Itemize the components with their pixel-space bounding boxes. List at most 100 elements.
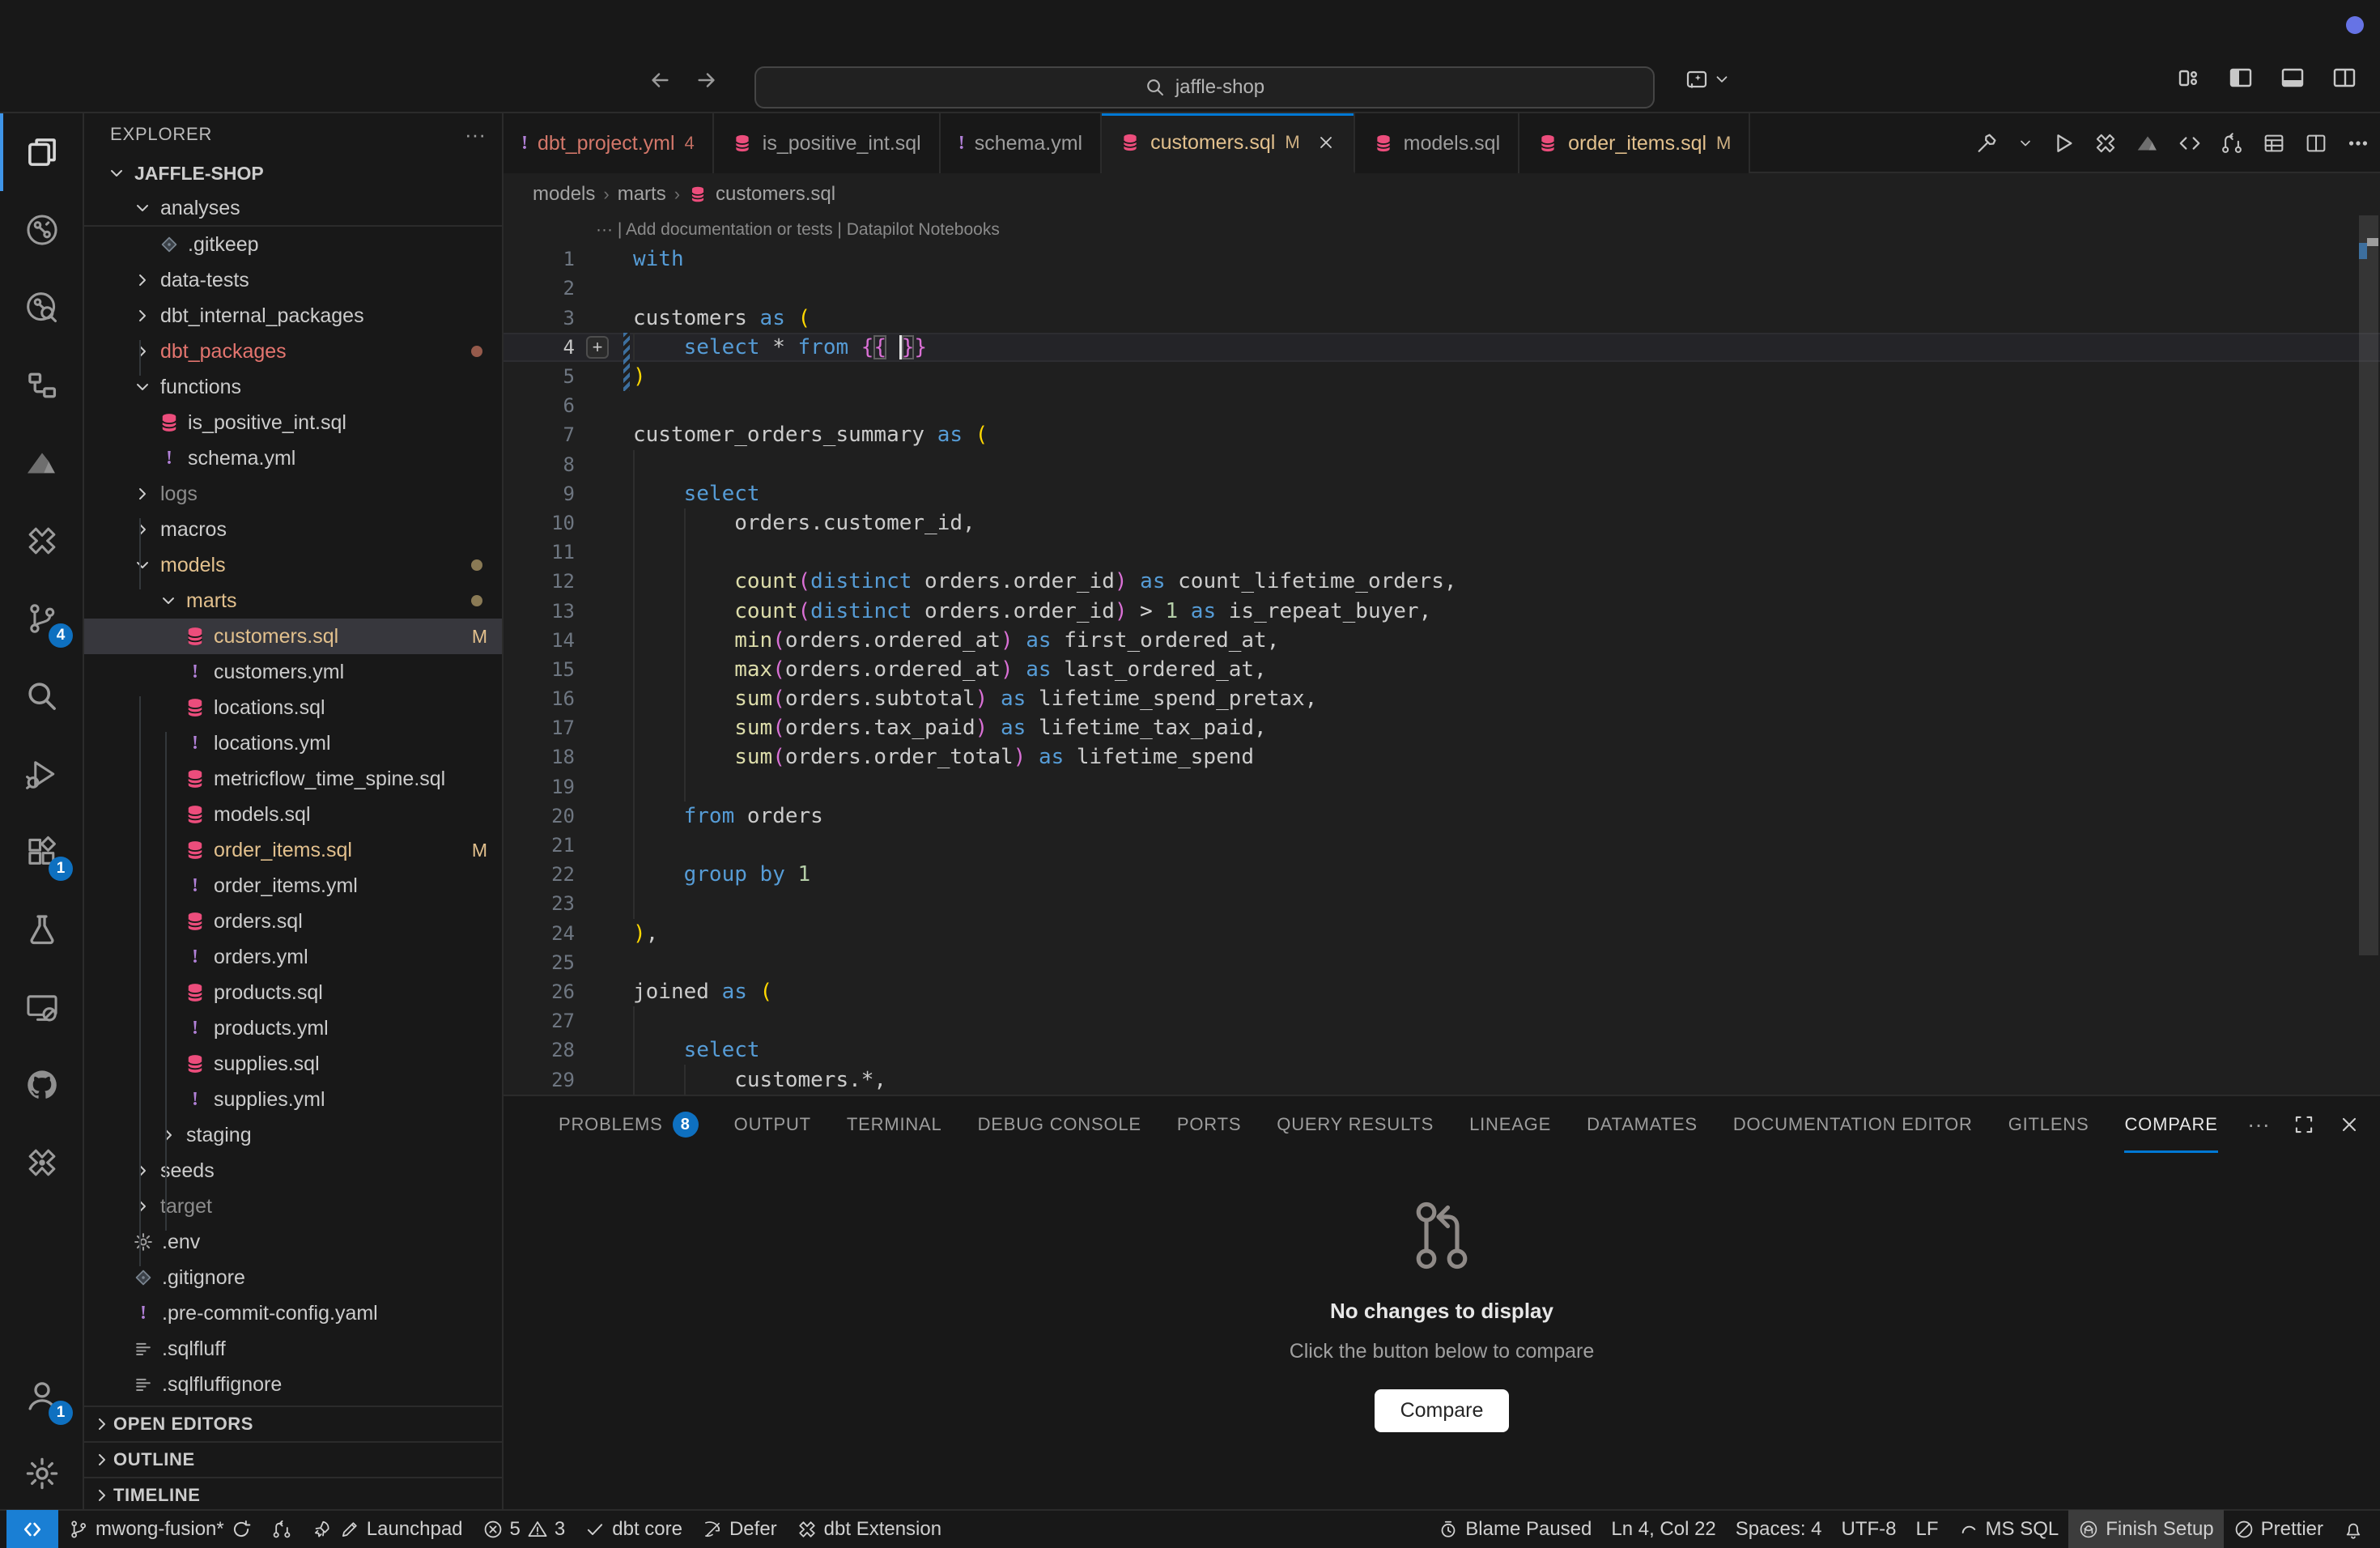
status-cursor-position[interactable]: Ln 4, Col 22 — [1601, 1510, 1725, 1548]
tree-item-order-items-yml[interactable]: !order_items.yml — [84, 868, 502, 904]
panel-more-icon[interactable]: ··· — [2247, 1112, 2270, 1138]
tree-item-seeds[interactable]: seeds — [84, 1153, 502, 1189]
status-blame-status[interactable]: Blame Paused — [1428, 1510, 1601, 1548]
activity-explorer[interactable] — [0, 113, 84, 191]
tab-models-sql[interactable]: models.sql — [1355, 113, 1520, 173]
tree-item-order-items-sql[interactable]: order_items.sqlM — [84, 832, 502, 868]
tree-item-supplies-yml[interactable]: !supplies.yml — [84, 1082, 502, 1117]
compare-button[interactable]: Compare — [1375, 1389, 1510, 1432]
status-defer-status[interactable]: Defer — [692, 1510, 787, 1548]
tree-item-is-positive-int-sql[interactable]: is_positive_int.sql — [84, 405, 502, 440]
tree-item--gitkeep[interactable]: .gitkeep — [84, 227, 502, 262]
tree-item-marts[interactable]: marts — [84, 583, 502, 619]
status-branch-status[interactable]: mwong-fusion* — [58, 1510, 261, 1548]
code-line-27[interactable]: 27 — [504, 1006, 2380, 1036]
tree-item-models[interactable]: models — [84, 547, 502, 583]
activity-schema-view[interactable] — [0, 347, 84, 424]
activity-remote-explorer[interactable] — [0, 968, 84, 1046]
code-line-8[interactable]: 8 — [504, 450, 2380, 479]
activity-extensions[interactable]: 1 — [0, 813, 84, 891]
tab-customers-sql[interactable]: customers.sqlM — [1102, 113, 1355, 173]
code-line-13[interactable]: 13 count(distinct orders.order_id) > 1 a… — [504, 596, 2380, 625]
activity-testing[interactable] — [0, 891, 84, 968]
add-test-button[interactable]: + — [586, 336, 609, 359]
activity-github[interactable] — [0, 1046, 84, 1124]
nav-forward-icon[interactable] — [695, 68, 719, 92]
codelens[interactable]: ··· | Add documentation or tests | Datap… — [504, 215, 2380, 245]
status-eol[interactable]: LF — [1906, 1510, 1949, 1548]
status-remote-indicator[interactable] — [6, 1510, 58, 1548]
close-icon[interactable] — [1316, 133, 1336, 152]
tree-item-products-sql[interactable]: products.sql — [84, 975, 502, 1010]
status-encoding[interactable]: UTF-8 — [1832, 1510, 1906, 1548]
tree-item-functions[interactable]: functions — [84, 369, 502, 405]
panel-tab-output[interactable]: OUTPUT — [734, 1096, 811, 1153]
section-open-editors[interactable]: OPEN EDITORS — [84, 1406, 502, 1441]
tree-item-logs[interactable]: logs — [84, 476, 502, 512]
sqlfluff-icon[interactable] — [2136, 131, 2160, 155]
toggle-secondary-sidebar-icon[interactable] — [2331, 65, 2357, 91]
tree-item-orders-sql[interactable]: orders.sql — [84, 904, 502, 939]
code-line-10[interactable]: 10 orders.customer_id, — [504, 508, 2380, 538]
tree-item-data-tests[interactable]: data-tests — [84, 262, 502, 298]
code-line-29[interactable]: 29 customers.*, — [504, 1065, 2380, 1094]
code-line-5[interactable]: 5) — [504, 362, 2380, 391]
status-indentation[interactable]: Spaces: 4 — [1726, 1510, 1832, 1548]
code-editor[interactable]: ··· | Add documentation or tests | Datap… — [504, 215, 2380, 1095]
status-notifications-bell[interactable] — [2333, 1510, 2374, 1548]
tab-dbt-project-yml[interactable]: !dbt_project.yml4 — [504, 113, 714, 173]
customize-layout-icon[interactable] — [2176, 65, 2202, 91]
breadcrumb-item[interactable]: customers.sql — [716, 183, 835, 206]
tree-item-macros[interactable]: macros — [84, 512, 502, 547]
code-icon[interactable] — [2178, 131, 2202, 155]
code-line-20[interactable]: 20 from orders — [504, 802, 2380, 831]
tree-item-customers-sql[interactable]: customers.sqlM — [84, 619, 502, 654]
tree-item-jaffle-shop[interactable]: JAFFLE-SHOP — [84, 155, 502, 191]
status-problems-status[interactable]: 53 — [473, 1510, 576, 1548]
hammer-icon[interactable] — [1975, 131, 2000, 155]
tree-item--sqlfluff[interactable]: .sqlfluff — [84, 1331, 502, 1367]
more-actions-icon[interactable] — [2346, 131, 2370, 155]
code-line-14[interactable]: 14 min(orders.ordered_at) as first_order… — [504, 626, 2380, 655]
panel-tab-terminal[interactable]: TERMINAL — [847, 1096, 942, 1153]
tree-item--sqlfluffignore[interactable]: .sqlfluffignore — [84, 1367, 502, 1402]
tree-item-products-yml[interactable]: !products.yml — [84, 1010, 502, 1046]
activity-lineage-view[interactable] — [0, 191, 84, 269]
copilot-menu[interactable] — [1684, 66, 1731, 92]
tree-item-staging[interactable]: staging — [84, 1117, 502, 1153]
tree-item-locations-yml[interactable]: !locations.yml — [84, 725, 502, 761]
status-launchpad[interactable]: Launchpad — [302, 1510, 473, 1548]
split-editor-icon[interactable] — [2304, 131, 2328, 155]
activity-source-control[interactable]: 4 — [0, 580, 84, 657]
code-line-7[interactable]: 7customer_orders_summary as ( — [504, 420, 2380, 449]
panel-close-icon[interactable] — [2338, 1113, 2361, 1136]
tree-item-models-sql[interactable]: models.sql — [84, 797, 502, 832]
code-line-17[interactable]: 17 sum(orders.tax_paid) as lifetime_tax_… — [504, 713, 2380, 742]
code-line-28[interactable]: 28 select — [504, 1036, 2380, 1065]
panel-tab-compare[interactable]: COMPARE — [2124, 1096, 2217, 1153]
code-line-21[interactable]: 21 — [504, 831, 2380, 860]
dbt-power-user-icon[interactable] — [2093, 131, 2118, 155]
chevron-down-icon[interactable] — [2017, 135, 2034, 151]
tree-item-supplies-sql[interactable]: supplies.sql — [84, 1046, 502, 1082]
run-icon[interactable] — [2051, 131, 2076, 155]
tree-item-schema-yml[interactable]: !schema.yml — [84, 440, 502, 476]
tree-item-analyses[interactable]: analyses — [84, 191, 502, 227]
activity-accounts[interactable]: 1 — [0, 1357, 84, 1435]
code-line-9[interactable]: 9 select — [504, 479, 2380, 508]
query-table-icon[interactable] — [2262, 131, 2286, 155]
tree-item--pre-commit-config-yaml[interactable]: !.pre-commit-config.yaml — [84, 1295, 502, 1331]
tree-item-dbt-packages[interactable]: dbt_packages — [84, 334, 502, 369]
tree-item--gitignore[interactable]: .gitignore — [84, 1260, 502, 1295]
code-line-23[interactable]: 23 — [504, 889, 2380, 918]
code-line-26[interactable]: 26joined as ( — [504, 977, 2380, 1006]
editor-scrollbar[interactable] — [2359, 215, 2378, 955]
status-compare-status[interactable] — [261, 1510, 302, 1548]
panel-tab-ports[interactable]: PORTS — [1177, 1096, 1241, 1153]
code-line-4[interactable]: 4 select * from {{ }} — [504, 333, 2380, 362]
activity-settings[interactable] — [0, 1435, 84, 1512]
code-line-15[interactable]: 15 max(orders.ordered_at) as last_ordere… — [504, 655, 2380, 684]
panel-tab-gitlens[interactable]: GITLENS — [2008, 1096, 2089, 1153]
panel-tab-documentation-editor[interactable]: DOCUMENTATION EDITOR — [1733, 1096, 1973, 1153]
code-line-19[interactable]: 19 — [504, 772, 2380, 802]
